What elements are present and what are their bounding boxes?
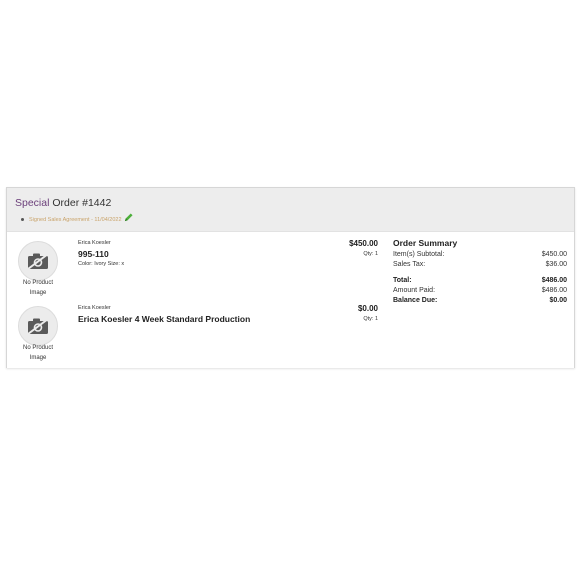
item-brand: Erica Koesler <box>78 305 111 311</box>
item-qty: Qty: 1 <box>363 316 378 322</box>
no-image-label: No Product Image <box>22 345 53 361</box>
amount-paid-label: Amount Paid: <box>393 287 436 294</box>
bullet-icon <box>21 218 24 221</box>
pencil-icon[interactable] <box>124 213 133 222</box>
balance-due-row: Balance Due: $0.00 <box>393 296 567 306</box>
no-image-icon <box>18 306 58 346</box>
subtotal-row: Item(s) Subtotal: $450.00 <box>393 250 567 260</box>
total-row: Total: $486.00 <box>393 276 567 286</box>
sales-tax-label: Sales Tax: <box>393 261 426 268</box>
total-value: $486.00 <box>541 277 567 284</box>
item-variant: Color: Ivory Size: x <box>78 261 125 267</box>
item-qty: Qty: 1 <box>363 251 378 257</box>
item-name: Erica Koesler 4 Week Standard Production <box>78 314 251 324</box>
order-line-item: No Product Image Erica Koesler Erica Koe… <box>7 297 382 361</box>
sales-agreement-link[interactable]: Signed Sales Agreement - 11/04/2022 <box>29 217 122 223</box>
order-type: Special <box>15 197 50 209</box>
order-title: Special Order #1442 <box>15 197 111 209</box>
amount-paid-value: $486.00 <box>541 287 567 294</box>
subtotal-value: $450.00 <box>541 251 567 258</box>
item-price: $0.00 <box>357 304 378 313</box>
balance-due-value: $0.00 <box>549 297 567 304</box>
agreement-item: Signed Sales Agreement - 11/04/2022 <box>21 213 133 224</box>
order-line-item: No Product Image Erica Koesler 995-110 C… <box>7 232 382 296</box>
order-summary: Order Summary Item(s) Subtotal: $450.00 … <box>393 238 567 306</box>
subtotal-label: Item(s) Subtotal: <box>393 251 445 258</box>
sales-tax-value: $36.00 <box>545 261 567 268</box>
item-brand: Erica Koesler <box>78 240 111 246</box>
order-number: Order #1442 <box>49 197 112 209</box>
amount-paid-row: Amount Paid: $486.00 <box>393 286 567 296</box>
no-image-icon <box>18 241 58 281</box>
sales-tax-row: Sales Tax: $36.00 <box>393 260 567 270</box>
order-header: Special Order #1442 Signed Sales Agreeme… <box>7 188 574 232</box>
item-price: $450.00 <box>349 239 378 248</box>
item-name: 995-110 <box>78 249 109 259</box>
balance-due-label: Balance Due: <box>393 297 438 304</box>
total-label: Total: <box>393 277 412 284</box>
no-image-label: No Product Image <box>22 280 53 296</box>
order-card: Special Order #1442 Signed Sales Agreeme… <box>6 187 575 368</box>
summary-title: Order Summary <box>393 238 458 248</box>
